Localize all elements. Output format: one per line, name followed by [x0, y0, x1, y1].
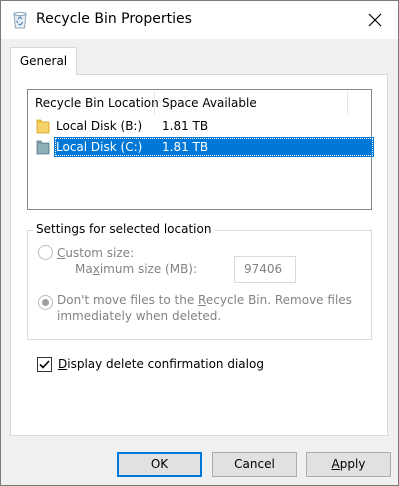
list-item-space: 1.81 TB: [162, 140, 209, 154]
dont-move-files-label: Don't move files to the Recycle Bin. Rem…: [57, 293, 352, 307]
cancel-button[interactable]: Cancel: [212, 452, 297, 477]
folder-icon: [36, 118, 50, 134]
custom-size-label: Custom size:: [57, 246, 135, 260]
list-header: Recycle Bin Location Space Available: [28, 90, 371, 116]
dont-move-files-radio[interactable]: [38, 295, 53, 310]
recycle-bin-icon: [12, 11, 28, 29]
column-header-space-available[interactable]: Space Available: [155, 90, 257, 116]
list-item-location: Local Disk (B:): [56, 119, 143, 133]
column-header-location[interactable]: Recycle Bin Location: [28, 90, 159, 116]
list-item-local-disk-c[interactable]: Local Disk (C:) 1.81 TB: [28, 137, 374, 157]
tab-general[interactable]: General: [10, 47, 77, 75]
display-confirmation-checkbox[interactable]: [37, 357, 52, 372]
title-bar: Recycle Bin Properties: [1, 1, 398, 39]
recycle-bin-properties-window: Recycle Bin Properties General Recycle B…: [0, 0, 399, 486]
dont-move-files-label-line2: immediately when deleted.: [57, 309, 222, 323]
list-item-location: Local Disk (C:): [56, 140, 143, 154]
window-title: Recycle Bin Properties: [36, 11, 192, 27]
radio-selected-dot: [42, 299, 49, 306]
max-size-label: Maximum size (MB):: [75, 262, 198, 276]
column-separator[interactable]: [347, 92, 348, 114]
checkmark-icon: [39, 360, 50, 369]
list-item-space: 1.81 TB: [162, 119, 209, 133]
list-item-local-disk-b[interactable]: Local Disk (B:) 1.81 TB: [28, 116, 371, 136]
ok-button[interactable]: OK: [117, 452, 202, 477]
max-size-input[interactable]: 97406: [234, 256, 296, 283]
close-button[interactable]: [352, 1, 398, 39]
close-icon: [368, 13, 382, 27]
settings-group-label: Settings for selected location: [33, 222, 215, 236]
recycle-bin-location-list[interactable]: Recycle Bin Location Space Available Loc…: [27, 89, 374, 210]
apply-button[interactable]: Apply: [306, 452, 391, 477]
custom-size-radio[interactable]: [38, 245, 53, 260]
display-confirmation-label[interactable]: Display delete confirmation dialog: [58, 357, 264, 371]
folder-icon: [36, 139, 50, 155]
